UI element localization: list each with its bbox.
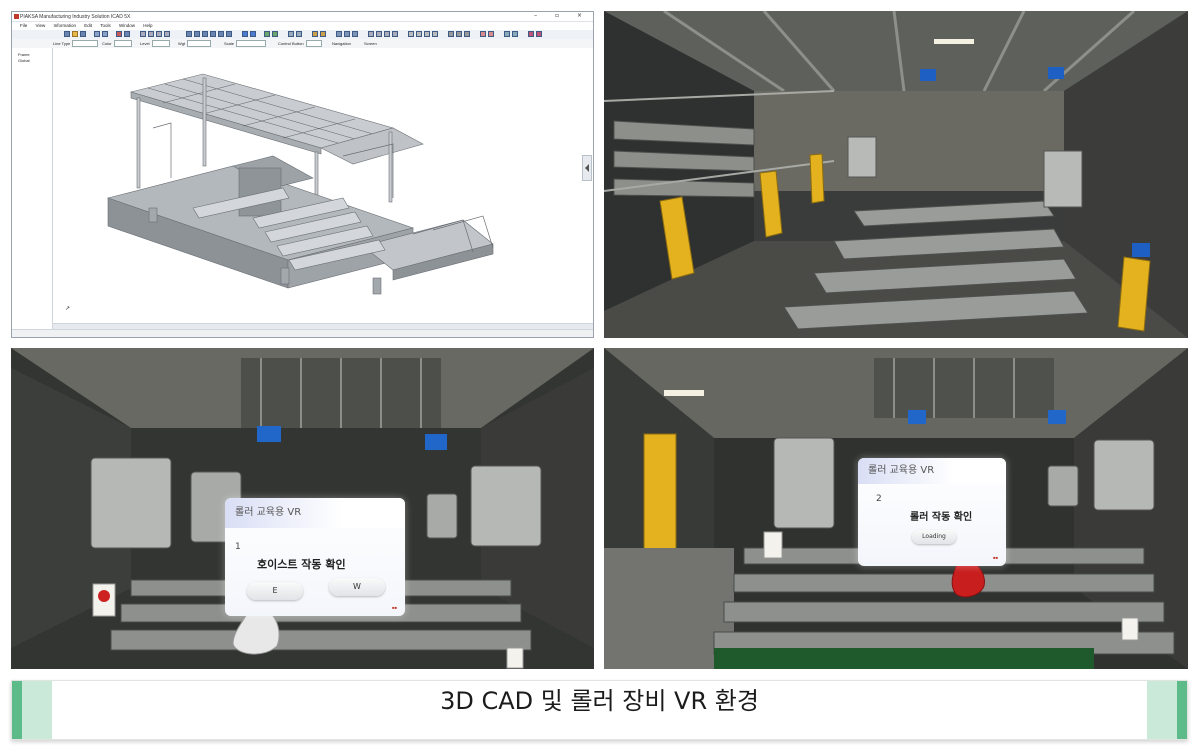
shaded-icon[interactable]: [226, 31, 232, 37]
step-number: 2: [876, 494, 882, 504]
caption-bar: 3D CAD 및 롤러 장비 VR 환경: [11, 680, 1188, 740]
revolve-icon[interactable]: [416, 31, 422, 37]
new-file-icon[interactable]: [64, 31, 70, 37]
step-number: 1: [235, 542, 241, 552]
cad-title-bar: PIAKSA Manufacturing Industry Solution I…: [12, 12, 593, 22]
cad-window-title: PIAKSA Manufacturing Industry Solution I…: [20, 14, 131, 20]
move-icon[interactable]: [448, 31, 454, 37]
tree-item-frame[interactable]: Frame: [18, 52, 30, 57]
scale-select[interactable]: [236, 40, 267, 48]
caption-text: 3D CAD 및 롤러 장비 VR 환경: [440, 687, 759, 715]
vr-training-step-2: 롤러 교육용 VR 2 롤러 작동 확인 Loading ■■: [604, 348, 1188, 669]
color-select[interactable]: [113, 40, 132, 48]
zoom-out-icon[interactable]: [148, 31, 154, 37]
loading-button[interactable]: Loading: [912, 530, 956, 544]
line-type-select[interactable]: [72, 40, 99, 48]
settings-icon[interactable]: [320, 31, 326, 37]
view-iso-icon[interactable]: [210, 31, 216, 37]
mirror-icon[interactable]: [464, 31, 470, 37]
dialog-header: 롤러 교육용 VR: [858, 458, 1006, 484]
vr-task-dialog: 롤러 교육용 VR 1 호이스트 작동 확인 E W ■■: [225, 498, 405, 616]
save-icon[interactable]: [80, 31, 86, 37]
ortho-icon[interactable]: [344, 31, 350, 37]
roller-equipment-wireframe: ↗: [65, 73, 494, 312]
light-icon[interactable]: [250, 31, 256, 37]
properties-icon[interactable]: [312, 31, 318, 37]
color-control[interactable]: Color: [102, 39, 132, 48]
print-icon[interactable]: [536, 31, 542, 37]
dimension-icon[interactable]: [272, 31, 278, 37]
loft-icon[interactable]: [432, 31, 438, 37]
weight-select[interactable]: [187, 40, 212, 48]
vr-task-dialog: 롤러 교육용 VR 2 롤러 작동 확인 Loading ■■: [858, 458, 1006, 566]
delete-icon[interactable]: [116, 31, 122, 37]
status-bar: [12, 329, 593, 337]
roller-room-scene: [604, 11, 1188, 338]
align-icon[interactable]: [352, 31, 358, 37]
sweep-icon[interactable]: [424, 31, 430, 37]
cad-application-window: PIAKSA Manufacturing Industry Solution I…: [11, 11, 594, 338]
view-front-icon[interactable]: [186, 31, 192, 37]
circle-icon[interactable]: [384, 31, 390, 37]
menu-help[interactable]: Help: [143, 23, 152, 28]
extrude-icon[interactable]: [408, 31, 414, 37]
undo-icon[interactable]: [94, 31, 100, 37]
menu-view[interactable]: View: [36, 23, 46, 28]
weight-control[interactable]: Wgt: [178, 39, 212, 48]
section-icon[interactable]: [504, 31, 510, 37]
arc-icon[interactable]: [376, 31, 382, 37]
vr-training-step-1: 롤러 교육용 VR 1 호이스트 작동 확인 E W ■■: [11, 348, 594, 669]
export-icon[interactable]: [528, 31, 534, 37]
layer-icon[interactable]: [288, 31, 294, 37]
level-select[interactable]: [151, 40, 170, 48]
rotate-icon[interactable]: [456, 31, 462, 37]
rectangle-icon[interactable]: [392, 31, 398, 37]
wireframe-icon[interactable]: [218, 31, 224, 37]
app-icon: [14, 14, 19, 19]
zoom-in-icon[interactable]: [140, 31, 146, 37]
menu-tools[interactable]: Tools: [100, 23, 111, 28]
screen-toggle[interactable]: Screen: [364, 39, 377, 48]
collapse-panel-tab[interactable]: [582, 155, 592, 181]
control-button-select[interactable]: [305, 40, 322, 48]
copy-icon[interactable]: [124, 31, 130, 37]
line-type-control[interactable]: Line Type: [53, 39, 99, 48]
roller-room-render: [604, 11, 1188, 338]
window-controls[interactable]: – ▫ ×: [534, 12, 590, 19]
pan-icon[interactable]: [164, 31, 170, 37]
navigation-toggle[interactable]: Navigation: [332, 39, 351, 48]
trim-icon[interactable]: [480, 31, 486, 37]
tree-item-global[interactable]: Global: [18, 58, 30, 63]
brand-logo: ■■: [392, 605, 397, 610]
extend-icon[interactable]: [488, 31, 494, 37]
east-button[interactable]: E: [247, 582, 303, 600]
menu-file[interactable]: File: [20, 23, 27, 28]
clip-icon[interactable]: [512, 31, 518, 37]
redo-icon[interactable]: [102, 31, 108, 37]
task-title: 호이스트 작동 확인: [257, 558, 346, 571]
menu-window[interactable]: Window: [119, 23, 135, 28]
open-folder-icon[interactable]: [72, 31, 78, 37]
cad-3d-viewport[interactable]: ↗: [53, 48, 593, 323]
snap-icon[interactable]: [336, 31, 342, 37]
svg-text:↗: ↗: [65, 306, 70, 312]
menu-information[interactable]: Information: [53, 23, 76, 28]
west-button[interactable]: W: [329, 578, 385, 596]
dialog-header: 롤러 교육용 VR: [225, 498, 405, 528]
task-title: 롤러 작동 확인: [910, 512, 973, 523]
menu-edit[interactable]: Edit: [84, 23, 92, 28]
level-control[interactable]: Level: [140, 39, 170, 48]
model-tree-panel: Frame Global: [12, 48, 53, 337]
render-icon[interactable]: [242, 31, 248, 37]
control-button-control[interactable]: Control Button: [278, 39, 322, 48]
brand-logo: ■■: [993, 555, 998, 560]
cad-menu-bar: File View Information Edit Tools Window …: [12, 22, 593, 30]
view-top-icon[interactable]: [194, 31, 200, 37]
scale-control[interactable]: Scale: [224, 39, 267, 48]
view-side-icon[interactable]: [202, 31, 208, 37]
zoom-fit-icon[interactable]: [156, 31, 162, 37]
line-icon[interactable]: [368, 31, 374, 37]
grid-icon[interactable]: [296, 31, 302, 37]
measure-icon[interactable]: [264, 31, 270, 37]
